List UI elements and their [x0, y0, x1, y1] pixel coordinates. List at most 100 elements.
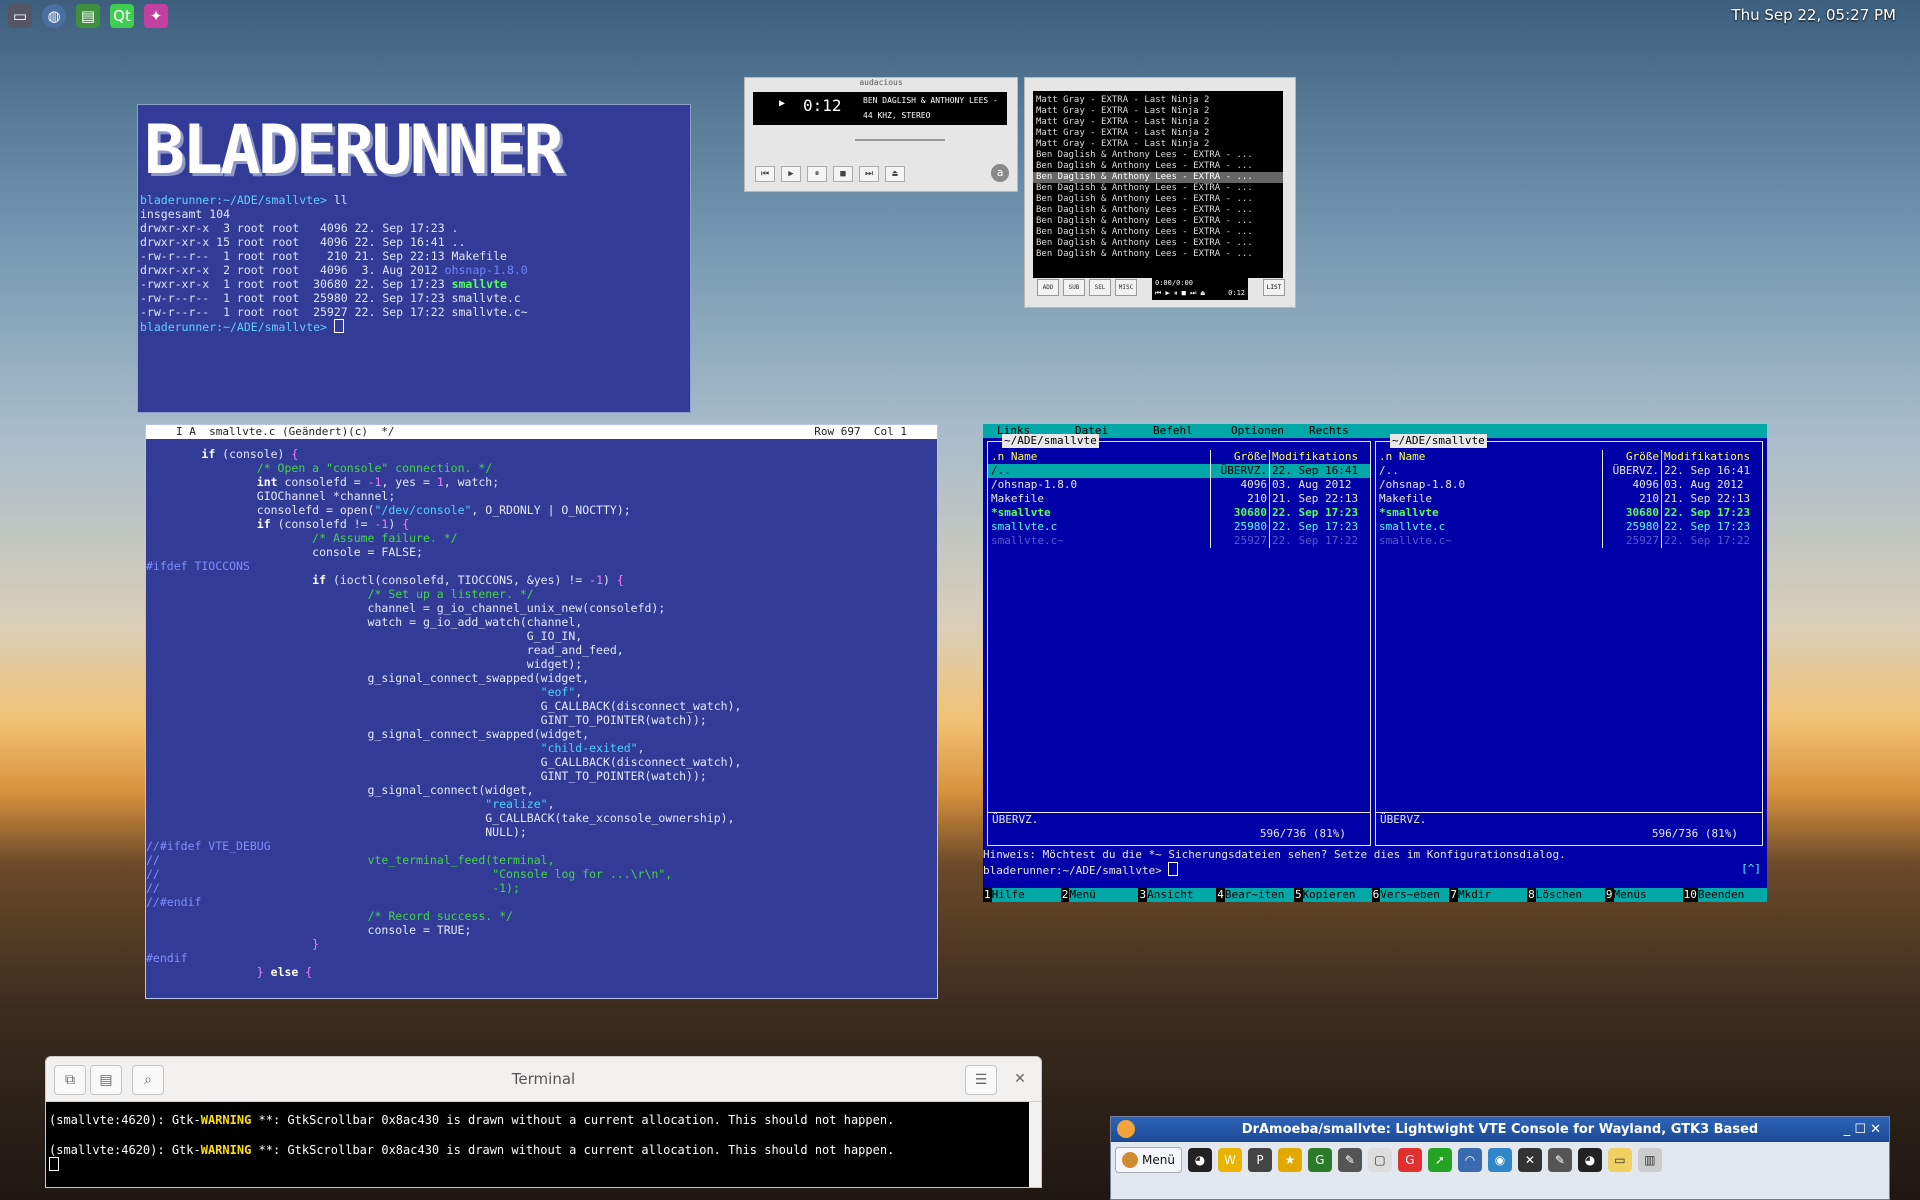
- fkey-label[interactable]: Hilfe: [991, 888, 1061, 902]
- sub-button[interactable]: SUB: [1063, 279, 1085, 296]
- fkey-label[interactable]: Mkdir: [1458, 888, 1528, 902]
- playlist-item[interactable]: Matt Gray - EXTRA - Last Ninja 2: [1033, 128, 1283, 139]
- feather2-icon[interactable]: ✎: [1547, 1148, 1572, 1172]
- add-button[interactable]: ADD: [1037, 279, 1059, 296]
- panel-row[interactable]: smallvte.c 25980 22. Sep 17:23: [988, 520, 1370, 534]
- active-window-title[interactable]: DrAmoeba/smallvte: Lightwight VTE Consol…: [1111, 1117, 1889, 1142]
- mc-menu-item[interactable]: Rechts: [1309, 424, 1387, 438]
- close-icon[interactable]: ✕: [1005, 1065, 1035, 1093]
- smallvte-terminal[interactable]: BLADERUNNER bladerunner:~/ADE/smallvte> …: [137, 104, 691, 413]
- playlist-item[interactable]: Matt Gray - EXTRA - Last Ninja 2: [1033, 95, 1283, 106]
- wikipedia-icon[interactable]: W: [1217, 1148, 1242, 1172]
- midnight-commander[interactable]: Links Datei Befehl Optionen Rechts ~/ADE/sma…: [983, 424, 1767, 902]
- feather-icon[interactable]: ✎: [1337, 1148, 1362, 1172]
- playlist-item[interactable]: Ben Daglish & Anthony Lees - EXTRA - ...: [1033, 172, 1283, 183]
- panel-row[interactable]: /ohsnap-1.8.0 4096 03. Aug 2012: [1376, 478, 1762, 492]
- panel-row[interactable]: smallvte.c 25980 22. Sep 17:23: [1376, 520, 1762, 534]
- playlist-item[interactable]: Matt Gray - EXTRA - Last Ninja 2: [1033, 117, 1283, 128]
- playlist-window[interactable]: Matt Gray - EXTRA - Last Ninja 2 Matt Gra…: [1024, 77, 1296, 308]
- github2-icon[interactable]: ◕: [1577, 1148, 1602, 1172]
- app-icon[interactable]: ✦: [144, 4, 168, 28]
- mini-display: 0:00/0:00 ⏮ ▶ ⏸ ■ ⏭ ⏏ 0:12: [1152, 278, 1248, 300]
- panel-usage: 596/736 (81%): [1259, 827, 1346, 840]
- star-icon[interactable]: ★: [1277, 1148, 1302, 1172]
- pause-button[interactable]: ⏸: [807, 166, 827, 182]
- mini-controls[interactable]: ⏮ ▶ ⏸ ■ ⏭ ⏏ 0:12: [1155, 288, 1248, 298]
- filemanager-icon[interactable]: ▤: [76, 4, 100, 28]
- panel-row[interactable]: smallvte.c~ 25927 22. Sep 17:22: [1376, 534, 1762, 548]
- list-button[interactable]: LIST: [1263, 279, 1285, 296]
- panel-row[interactable]: /ohsnap-1.8.0 4096 03. Aug 2012: [988, 478, 1370, 492]
- volume-slider[interactable]: [855, 139, 945, 141]
- fkey-number: 10: [1682, 888, 1698, 902]
- folder-icon[interactable]: ▭: [1607, 1148, 1632, 1172]
- code-view[interactable]: if (console) { /* Open a "console" conne…: [146, 447, 937, 979]
- panel-row[interactable]: *smallvte 30680 22. Sep 17:23: [988, 506, 1370, 520]
- mc-command-line[interactable]: bladerunner:~/ADE/smallvte> [^]: [983, 862, 1767, 878]
- panel-row[interactable]: *smallvte 30680 22. Sep 17:23: [1376, 506, 1762, 520]
- gnu-icon[interactable]: G: [1307, 1148, 1332, 1172]
- playlist-item[interactable]: Ben Daglish & Anthony Lees - EXTRA - ...: [1033, 183, 1283, 194]
- p-icon[interactable]: P: [1247, 1148, 1272, 1172]
- fkey-label[interactable]: Kopieren: [1302, 888, 1372, 902]
- audacious-logo-icon[interactable]: a: [991, 164, 1009, 182]
- fkey-label[interactable]: Beenden: [1697, 888, 1767, 902]
- left-panel[interactable]: ~/ADE/smallvte .n Name Größe Modifikations…: [987, 434, 1371, 846]
- playlist-item[interactable]: Ben Daglish & Anthony Lees - EXTRA - ...: [1033, 150, 1283, 161]
- screen-icon[interactable]: ▭: [8, 4, 32, 28]
- qt-icon[interactable]: Qt: [110, 4, 134, 28]
- window-controls[interactable]: _ ☐ ✕: [1844, 1117, 1881, 1142]
- gnome-terminal[interactable]: ⧉ ▤ ⌕ Terminal ☰ ✕ (smallvte:4620): Gtk-…: [45, 1056, 1042, 1188]
- editor-window[interactable]: I A smallvte.c (Geändert)(c) */ Row 697 …: [145, 424, 938, 999]
- fkey-label[interactable]: Bear~iten: [1224, 888, 1294, 902]
- g-icon[interactable]: G: [1397, 1148, 1422, 1172]
- panel-row[interactable]: /.. ÜBERVZ. 22. Sep 16:41: [1376, 464, 1762, 478]
- playlist-item[interactable]: Matt Gray - EXTRA - Last Ninja 2: [1033, 139, 1283, 150]
- fkey-label[interactable]: Ansicht: [1147, 888, 1217, 902]
- x-icon[interactable]: ✕: [1517, 1148, 1542, 1172]
- file-size: 4096: [1602, 478, 1661, 492]
- playlist-item[interactable]: Ben Daglish & Anthony Lees - EXTRA - ...: [1033, 205, 1283, 216]
- terminal-output[interactable]: (smallvte:4620): Gtk-WARNING **: GtkScro…: [46, 1102, 1029, 1187]
- sel-button[interactable]: SEL: [1089, 279, 1111, 296]
- page-icon[interactable]: ▢: [1367, 1148, 1392, 1172]
- prev-button[interactable]: ⏮: [755, 166, 775, 182]
- wifi-icon[interactable]: ◠: [1457, 1148, 1482, 1172]
- audacious-player[interactable]: audacious ▶ 0:12 BEN DAGLISH & ANTHONY L…: [744, 77, 1018, 192]
- right-panel[interactable]: ~/ADE/smallvte .n Name Größe Modifikations…: [1375, 434, 1763, 846]
- panel-row[interactable]: Makefile 210 21. Sep 22:13: [988, 492, 1370, 506]
- play-button[interactable]: ▶: [781, 166, 801, 182]
- playlist-item[interactable]: Ben Daglish & Anthony Lees - EXTRA - ...: [1033, 216, 1283, 227]
- arrow-icon[interactable]: ➚: [1427, 1148, 1452, 1172]
- misc-button[interactable]: MISC: [1115, 279, 1137, 296]
- panel-row[interactable]: /.. ÜBERVZ. 22. Sep 16:41: [988, 464, 1370, 478]
- panel-row[interactable]: smallvte.c~ 25927 22. Sep 17:22: [988, 534, 1370, 548]
- hamburger-menu-icon[interactable]: ☰: [965, 1065, 997, 1095]
- fkey-label[interactable]: Menüs: [1613, 888, 1683, 902]
- playlist[interactable]: Matt Gray - EXTRA - Last Ninja 2 Matt Gra…: [1033, 91, 1283, 278]
- clock[interactable]: Thu Sep 22, 05:27 PM: [1731, 6, 1896, 24]
- col-name: .n Name: [1379, 450, 1426, 463]
- github-icon[interactable]: ◕: [1187, 1148, 1212, 1172]
- fkey-label[interactable]: Löschen: [1535, 888, 1605, 902]
- next-button[interactable]: ⏭: [859, 166, 879, 182]
- playlist-item[interactable]: Ben Daglish & Anthony Lees - EXTRA - ...: [1033, 238, 1283, 249]
- fkey-label[interactable]: Vers~eben: [1380, 888, 1450, 902]
- playlist-item[interactable]: Matt Gray - EXTRA - Last Ninja 2: [1033, 106, 1283, 117]
- line-text: bladerunner:~/ADE/smallvte>: [140, 320, 327, 334]
- trash-icon[interactable]: ▥: [1637, 1148, 1662, 1172]
- playlist-item[interactable]: Ben Daglish & Anthony Lees - EXTRA - ...: [1033, 227, 1283, 238]
- fkey-label[interactable]: Menü: [1069, 888, 1139, 902]
- browser-icon[interactable]: ◉: [1487, 1148, 1512, 1172]
- playlist-item[interactable]: Ben Daglish & Anthony Lees - EXTRA - ...: [1033, 194, 1283, 205]
- playlist-item[interactable]: Ben Daglish & Anthony Lees - EXTRA - ...: [1033, 249, 1283, 260]
- globe-icon[interactable]: ◍: [42, 4, 66, 28]
- eject-button[interactable]: ⏏: [885, 166, 905, 182]
- stop-button[interactable]: ■: [833, 166, 853, 182]
- playlist-item[interactable]: Ben Daglish & Anthony Lees - EXTRA - ...: [1033, 161, 1283, 172]
- file-name: smallvte.c~: [1379, 534, 1452, 547]
- mc-menu-item[interactable]: Befehl: [1153, 424, 1231, 438]
- panel-row[interactable]: Makefile 210 21. Sep 22:13: [1376, 492, 1762, 506]
- mc-menu-item[interactable]: Optionen: [1231, 424, 1309, 438]
- start-menu-button[interactable]: Menü: [1115, 1147, 1182, 1173]
